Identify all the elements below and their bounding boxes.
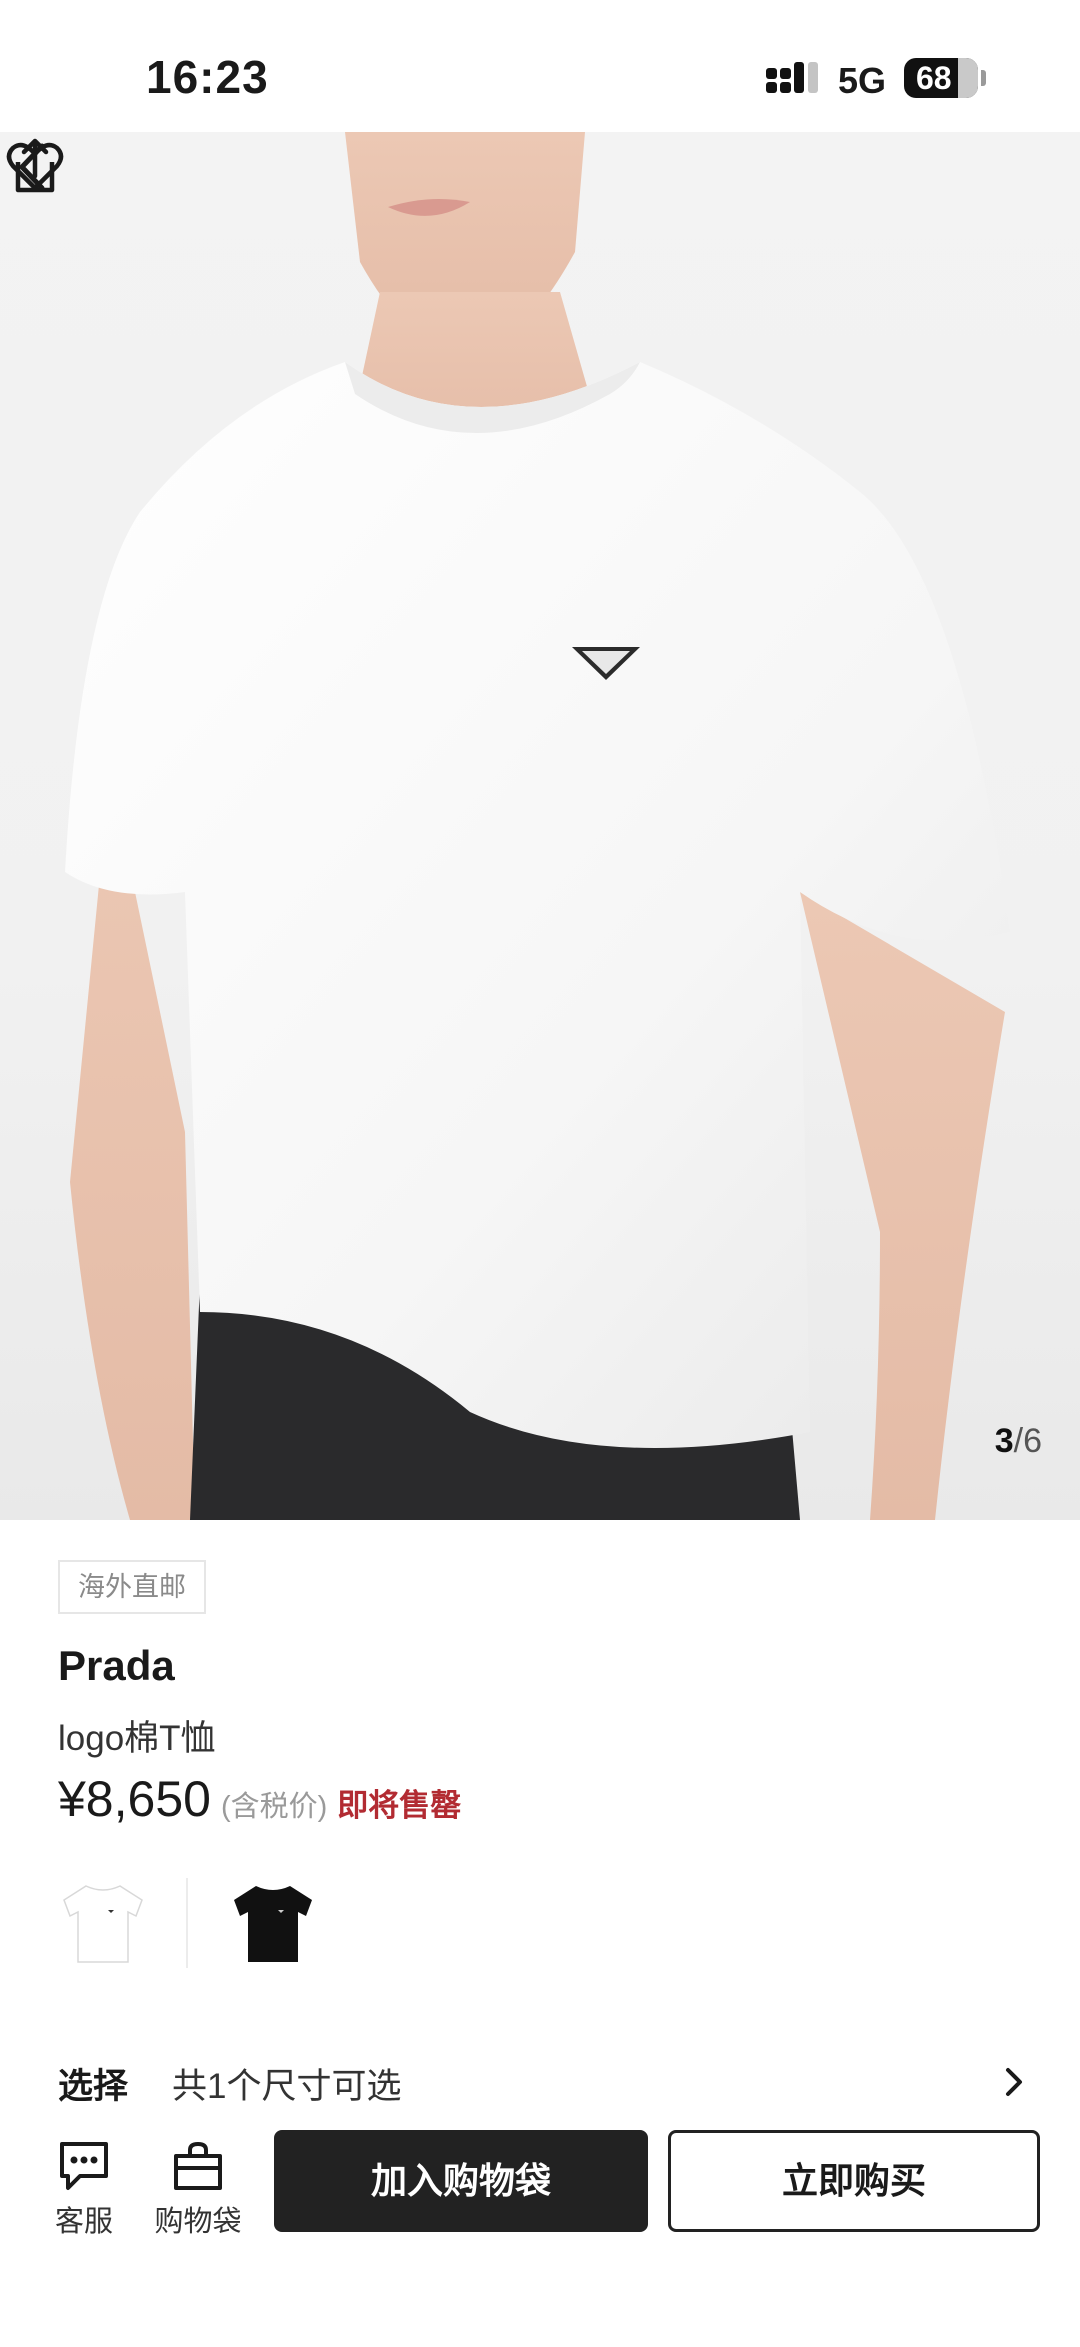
signal-icon [766,62,820,98]
pager-current: 3 [994,1422,1014,1460]
chevron-right-icon [1006,2068,1022,2096]
battery-icon: 68 [904,58,978,98]
swatch-black[interactable] [228,1876,318,1972]
shopping-bag-label: 购物袋 [154,2206,242,2238]
color-swatches [58,1876,1058,1976]
stock-status: 即将售罄 [337,1788,462,1823]
status-bar: 16:23 5G 68 [0,0,1080,132]
product-image-gallery[interactable]: 3/6 [0,132,1080,1520]
size-select-value: 共1个尺寸可选 [172,2067,402,2106]
shipping-tag: 海外直邮 [58,1560,206,1614]
heart-icon[interactable] [0,132,70,202]
size-select-label: 选择 [58,2067,129,2106]
product-name: logo棉T恤 [58,1719,216,1758]
shopping-bag-icon [174,2141,222,2190]
brand-name[interactable]: Prada [58,1642,175,1690]
product-price: ¥8,650 [58,1771,211,1827]
network-type: 5G [838,60,887,101]
bottom-action-bar: 客服 购物袋 加入购物袋 立即购买 [0,2120,1080,2347]
swatch-divider [186,1878,188,1968]
tax-note: (含税价) [220,1791,328,1823]
price-row: ¥8,650 (含税价) 即将售罄 [58,1770,461,1828]
pager-total: 6 [1023,1422,1042,1460]
add-to-bag-button[interactable]: 加入购物袋 [274,2130,648,2232]
shopping-bag-button[interactable]: 购物袋 [138,2140,258,2240]
swatch-white[interactable] [58,1876,148,1972]
buy-now-button[interactable]: 立即购买 [668,2130,1040,2232]
customer-service-button[interactable]: 客服 [24,2140,144,2240]
battery-level: 68 [916,60,952,96]
pager-separator: / [1013,1422,1024,1460]
chat-icon [60,2142,108,2190]
status-time: 16:23 [146,51,269,103]
customer-service-label: 客服 [54,2206,113,2238]
image-pager: 3/6 [995,1422,1042,1461]
size-select-row[interactable]: 选择 共1个尺寸可选 [0,2054,1080,2114]
product-photo [65,132,1010,1520]
